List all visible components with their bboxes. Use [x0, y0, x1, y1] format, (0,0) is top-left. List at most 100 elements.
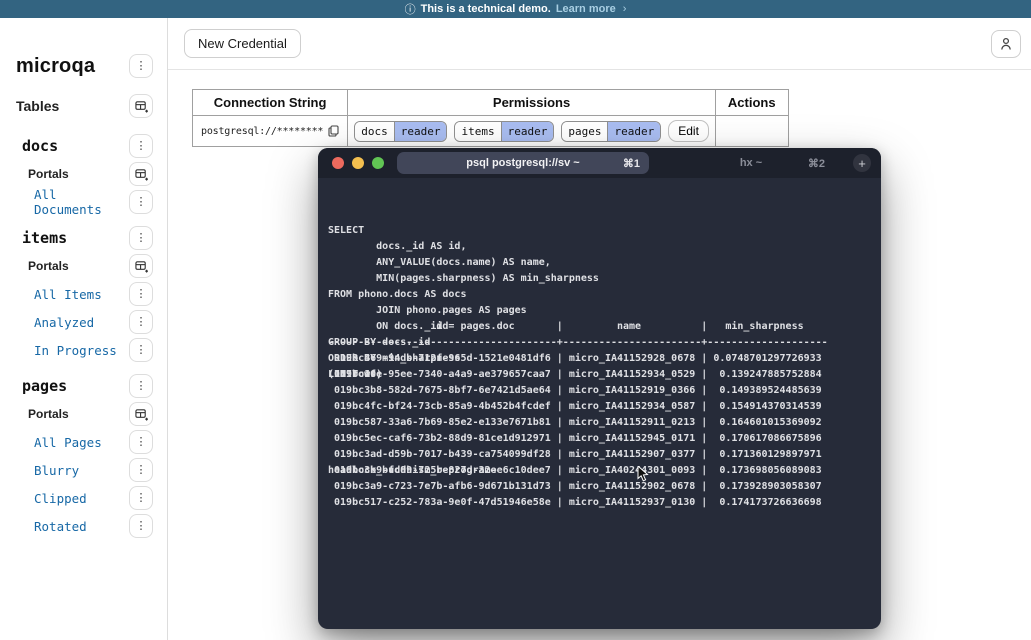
psql-row: 019bc4fe-95ee-7340-a4a9-ae379657caa7 | m…: [328, 367, 871, 383]
permission-chip-items[interactable]: itemsreader: [454, 121, 554, 142]
sidebar-portal-row: All Items ⋮: [0, 280, 167, 308]
sidebar-portal-in-progress[interactable]: In Progress: [34, 343, 117, 358]
tab-psql-shortcut: ⌘1: [623, 157, 640, 170]
portal-menu-button[interactable]: ⋮: [129, 338, 153, 362]
portal-menu-button[interactable]: ⋮: [129, 514, 153, 538]
table-menu-button[interactable]: ⋮: [129, 374, 153, 398]
add-portal-button[interactable]: [129, 402, 153, 426]
terminal-tab-hx[interactable]: hx ~ ⌘2: [649, 152, 853, 174]
sidebar-portals-row: Portals: [0, 400, 167, 428]
portal-menu-button[interactable]: ⋮: [129, 190, 153, 214]
portals-label: Portals: [28, 407, 69, 421]
permission-role: reader: [501, 122, 554, 141]
psql-row: 019bc4fc-bf24-73cb-85a9-4b452b4fcdef | m…: [328, 399, 871, 415]
kebab-icon: ⋮: [136, 521, 147, 532]
sql-query: SELECT docs._id AS id, ANY_VALUE(docs.na…: [328, 223, 871, 239]
sidebar-portal-all-documents[interactable]: All Documents: [34, 187, 129, 217]
portal-menu-button[interactable]: ⋮: [129, 282, 153, 306]
tab-hx-shortcut: ⌘2: [808, 157, 825, 170]
learn-more-link[interactable]: Learn more: [556, 3, 616, 15]
info-icon: ⓘ: [405, 1, 416, 17]
add-table-button[interactable]: [129, 94, 153, 118]
psql-header-row: id | name | min_sharpness: [328, 319, 871, 335]
table-plus-icon: [135, 100, 148, 113]
terminal-tab-psql[interactable]: psql postgresql://sv ~ ⌘1: [397, 152, 649, 174]
terminal-line: JOIN phono.pages AS pages: [328, 303, 871, 319]
terminal-window[interactable]: psql postgresql://sv ~ ⌘1 hx ~ ⌘2 + SELE…: [318, 148, 881, 629]
sidebar-portal-all-pages[interactable]: All Pages: [34, 435, 102, 450]
terminal-line: FROM phono.docs AS docs: [328, 287, 871, 303]
table-plus-icon: [135, 260, 148, 273]
actions-cell: [715, 116, 788, 147]
portal-menu-button[interactable]: ⋮: [129, 430, 153, 454]
kebab-icon: ⋮: [136, 345, 147, 356]
sidebar-portal-row: Rotated ⋮: [0, 512, 167, 540]
terminal-content[interactable]: SELECT docs._id AS id, ANY_VALUE(docs.na…: [318, 178, 881, 511]
sidebar-table-items[interactable]: items: [22, 229, 67, 247]
sidebar-portal-row: Blurry ⋮: [0, 456, 167, 484]
permissions-cell: docsreaderitemsreaderpagesreaderEdit: [348, 116, 716, 147]
credentials-header-row: Connection String Permissions Actions: [193, 90, 789, 116]
add-portal-button[interactable]: [129, 254, 153, 278]
tables-section-label: Tables: [16, 98, 59, 114]
copy-icon[interactable]: [328, 125, 339, 137]
sidebar-portal-all-items[interactable]: All Items: [34, 287, 102, 302]
sidebar-portals-row: Portals: [0, 160, 167, 188]
app-menu-button[interactable]: ⋮: [129, 54, 153, 78]
sidebar-portal-row: All Pages ⋮: [0, 428, 167, 456]
zoom-window-button[interactable]: [372, 157, 384, 169]
portal-menu-button[interactable]: ⋮: [129, 310, 153, 334]
sidebar-portal-row: All Documents ⋮: [0, 188, 167, 216]
close-window-button[interactable]: [332, 157, 344, 169]
sidebar-portal-rotated[interactable]: Rotated: [34, 519, 87, 534]
demo-banner: ⓘ This is a technical demo. Learn more ›: [0, 0, 1031, 18]
sidebar-table-pages[interactable]: pages: [22, 377, 67, 395]
portals-label: Portals: [28, 259, 69, 273]
kebab-icon: ⋮: [136, 317, 147, 328]
col-actions: Actions: [715, 90, 788, 116]
permission-chip-docs[interactable]: docsreader: [354, 121, 447, 142]
psql-row: 019bc517-c252-783a-9e0f-47d51946e58e | m…: [328, 495, 871, 511]
kebab-icon: ⋮: [136, 465, 147, 476]
psql-result-table: id | name | min_sharpness --------------…: [328, 319, 871, 335]
top-toolbar: New Credential: [168, 18, 1031, 70]
portals-label: Portals: [28, 167, 69, 181]
permission-chip-pages[interactable]: pagesreader: [561, 121, 661, 142]
chevron-right-icon: ›: [623, 3, 627, 15]
user-account-button[interactable]: [991, 30, 1021, 58]
edit-permissions-button[interactable]: Edit: [668, 120, 709, 142]
sidebar-table-row: items ⋮: [0, 224, 167, 252]
sidebar-portal-clipped[interactable]: Clipped: [34, 491, 87, 506]
sidebar-table-row: docs ⋮: [0, 132, 167, 160]
sidebar-table-groups: docs ⋮ Portals All Documents ⋮ items ⋮ Portals A…: [0, 132, 167, 540]
psql-row: 019bc3a9-c723-7e7b-afb6-9d671b131d73 | m…: [328, 479, 871, 495]
psql-row: 019bc5ec-caf6-73b2-88d9-81ce1d912971 | m…: [328, 431, 871, 447]
sidebar-table-row: pages ⋮: [0, 372, 167, 400]
banner-text: This is a technical demo.: [421, 3, 551, 15]
person-icon: [999, 37, 1013, 51]
minimize-window-button[interactable]: [352, 157, 364, 169]
table-plus-icon: [135, 408, 148, 421]
kebab-icon: ⋮: [136, 493, 147, 504]
sidebar-portal-blurry[interactable]: Blurry: [34, 463, 79, 478]
table-plus-icon: [135, 168, 148, 181]
new-credential-button[interactable]: New Credential: [184, 29, 301, 58]
sidebar-portals-row: Portals: [0, 252, 167, 280]
sidebar-table-docs[interactable]: docs: [22, 137, 58, 155]
portal-menu-button[interactable]: ⋮: [129, 486, 153, 510]
kebab-icon: ⋮: [136, 197, 147, 208]
terminal-titlebar[interactable]: psql postgresql://sv ~ ⌘1 hx ~ ⌘2 +: [318, 148, 881, 178]
portal-menu-button[interactable]: ⋮: [129, 458, 153, 482]
kebab-icon: ⋮: [136, 233, 147, 244]
permission-table: docs: [355, 122, 394, 141]
psql-row: 019bc469-94db-712f-965d-1521e0481df6 | m…: [328, 351, 871, 367]
permission-table: items: [455, 122, 500, 141]
psql-row: 019bc3b8-582d-7675-8bf7-6e7421d5ae64 | m…: [328, 383, 871, 399]
app-title: microqa: [16, 55, 95, 78]
new-tab-button[interactable]: +: [853, 154, 871, 172]
sidebar-portal-analyzed[interactable]: Analyzed: [34, 315, 94, 330]
kebab-icon: ⋮: [136, 61, 147, 72]
add-portal-button[interactable]: [129, 162, 153, 186]
table-menu-button[interactable]: ⋮: [129, 226, 153, 250]
table-menu-button[interactable]: ⋮: [129, 134, 153, 158]
